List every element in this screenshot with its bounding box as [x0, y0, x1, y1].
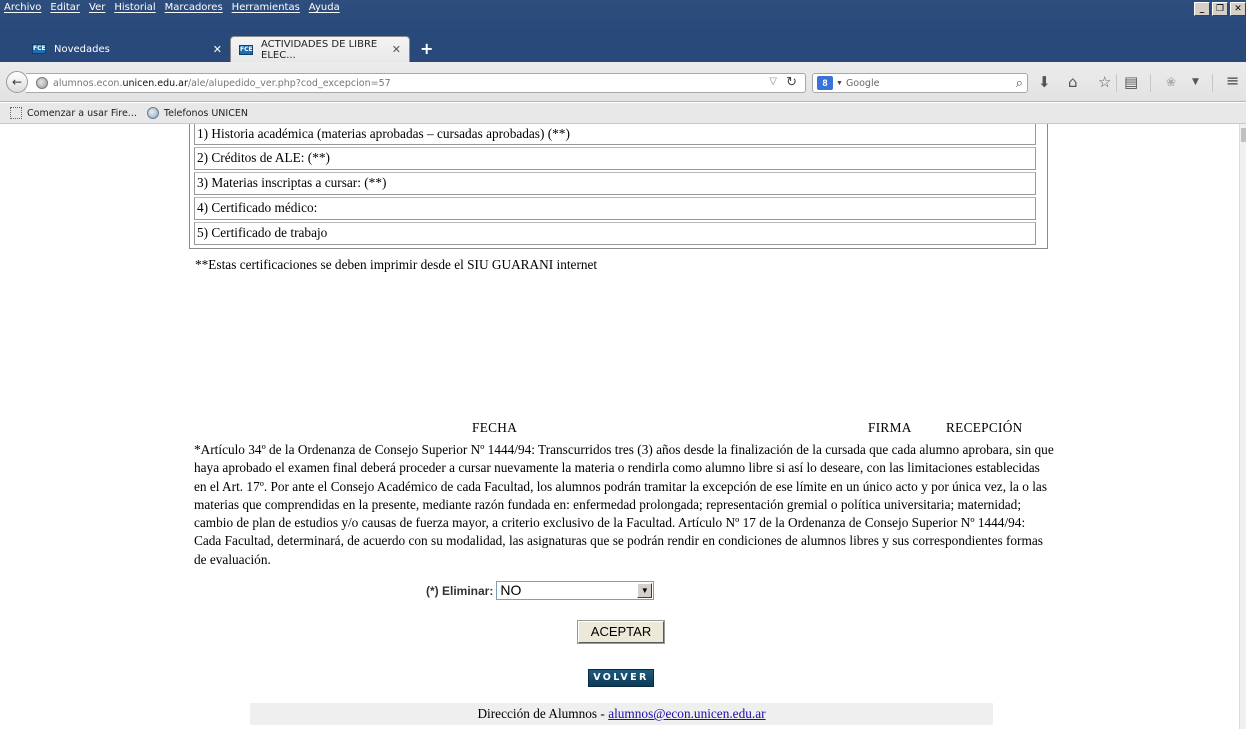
- bookmark-star-icon[interactable]: ☆: [1098, 73, 1111, 91]
- bookmarks-toolbar: Comenzar a usar Fire... Telefonos UNICEN: [0, 103, 1246, 124]
- tab-label: ACTIVIDADES DE LIBRE ELEC...: [261, 38, 378, 61]
- hamburger-menu-icon[interactable]: ≡: [1226, 71, 1239, 90]
- url-bar[interactable]: alumnos.econ.unicen.edu.ar/ale/alupedido…: [26, 73, 806, 93]
- reload-icon[interactable]: ↻: [786, 75, 797, 90]
- tab-label: Novedades: [54, 43, 110, 55]
- search-placeholder: Google: [845, 77, 880, 89]
- requirement-row: 1) Historia académica (materias aprobada…: [194, 124, 1036, 145]
- globe-icon: [36, 77, 48, 89]
- footer-text: Dirección de Alumnos -: [477, 706, 609, 721]
- magnifier-icon[interactable]: ⌕: [1016, 75, 1023, 91]
- requirement-row: 3) Materias inscriptas a cursar: (**): [194, 172, 1036, 195]
- restore-icon[interactable]: ❐: [1212, 2, 1228, 16]
- menu-ayuda[interactable]: Ayuda: [309, 2, 340, 13]
- menu-historial[interactable]: Historial: [114, 2, 155, 13]
- chevron-down-icon[interactable]: ▼: [1192, 77, 1199, 87]
- bookmark-label: Telefonos UNICEN: [163, 107, 248, 119]
- bookmark-telefonos[interactable]: Telefonos UNICEN: [146, 107, 248, 119]
- toolbar-separator: [1212, 74, 1213, 92]
- google-search-engine-icon[interactable]: 8: [817, 76, 833, 90]
- firma-label: FIRMA: [868, 420, 912, 435]
- eliminar-field: (*) Eliminar: NO ▼: [426, 581, 655, 600]
- tab-strip: FCE Novedades ✕ FCE ACTIVIDADES DE LIBRE…: [0, 30, 1246, 62]
- addon-icon[interactable]: ❀: [1166, 75, 1176, 89]
- volver-button[interactable]: VOLVER: [588, 669, 654, 687]
- menu-editar[interactable]: Editar: [50, 2, 80, 13]
- tab-novedades[interactable]: FCE Novedades ✕: [24, 36, 230, 62]
- globe-icon: [146, 107, 159, 119]
- menu-items: Archivo Editar Ver Historial Marcadores …: [4, 2, 349, 13]
- scrollbar-thumb[interactable]: [1241, 128, 1246, 142]
- page-icon: [10, 107, 22, 119]
- fecha-label: FECHA: [472, 420, 518, 435]
- home-icon[interactable]: ⌂: [1068, 73, 1078, 91]
- url-history-dropdown-icon[interactable]: ▽: [769, 76, 777, 87]
- footer-email-link[interactable]: alumnos@econ.unicen.edu.ar: [608, 706, 765, 721]
- menu-archivo[interactable]: Archivo: [4, 2, 41, 13]
- menu-herramientas[interactable]: Herramientas: [232, 2, 300, 13]
- certification-note: **Estas certificaciones se deben imprimi…: [195, 257, 598, 272]
- footer: Dirección de Alumnos - alumnos@econ.unic…: [250, 703, 993, 725]
- chevron-down-icon[interactable]: ▼: [637, 583, 653, 598]
- close-tab-icon[interactable]: ✕: [392, 43, 401, 56]
- bookmark-label: Comenzar a usar Fire...: [27, 107, 137, 119]
- menu-ver[interactable]: Ver: [89, 2, 105, 13]
- page-content: 1) Historia académica (materias aprobada…: [0, 124, 1246, 729]
- chevron-down-icon[interactable]: ▼: [836, 80, 843, 87]
- back-arrow-icon[interactable]: ←: [6, 71, 28, 93]
- minimize-icon[interactable]: _: [1194, 2, 1210, 16]
- requirement-row: 4) Certificado médico:: [194, 197, 1036, 220]
- menu-bar: Archivo Editar Ver Historial Marcadores …: [0, 0, 1246, 30]
- site-favicon-icon: FCE: [239, 44, 253, 55]
- new-tab-plus-icon[interactable]: +: [420, 39, 433, 58]
- requirements-table: 1) Historia académica (materias aprobada…: [189, 124, 1048, 249]
- recepcion-label: RECEPCIÓN: [946, 420, 1023, 435]
- bookmarks-menu-icon[interactable]: ▤: [1124, 73, 1138, 91]
- toolbar-separator: [1150, 74, 1151, 92]
- site-favicon-icon: FCE: [32, 44, 46, 54]
- vertical-scrollbar[interactable]: [1239, 124, 1246, 729]
- requirement-row: 5) Certificado de trabajo: [194, 222, 1036, 245]
- url-text: alumnos.econ.unicen.edu.ar/ale/alupedido…: [53, 77, 391, 89]
- window-controls: _ ❐ ✕: [1192, 2, 1246, 16]
- article-legal-text: *Artículo 34º de la Ordenanza de Consejo…: [194, 442, 1054, 567]
- toolbar-separator: [1116, 74, 1117, 92]
- eliminar-select[interactable]: NO ▼: [496, 581, 655, 600]
- eliminar-selected-value: NO: [500, 582, 522, 598]
- bookmark-comenzar[interactable]: Comenzar a usar Fire...: [10, 107, 137, 119]
- aceptar-button[interactable]: ACEPTAR: [577, 620, 665, 644]
- eliminar-label: (*) Eliminar:: [426, 583, 494, 598]
- tab-actividades[interactable]: FCE ACTIVIDADES DE LIBRE ELEC... ✕: [230, 36, 410, 62]
- close-tab-icon[interactable]: ✕: [213, 43, 222, 56]
- menu-marcadores[interactable]: Marcadores: [165, 2, 223, 13]
- search-input[interactable]: 8 ▼ Google ⌕: [812, 73, 1028, 93]
- requirement-row: 2) Créditos de ALE: (**): [194, 147, 1036, 170]
- download-icon[interactable]: ⬇: [1038, 73, 1051, 91]
- close-window-icon[interactable]: ✕: [1230, 2, 1246, 16]
- nav-bar: alumnos.econ.unicen.edu.ar/ale/alupedido…: [0, 62, 1246, 102]
